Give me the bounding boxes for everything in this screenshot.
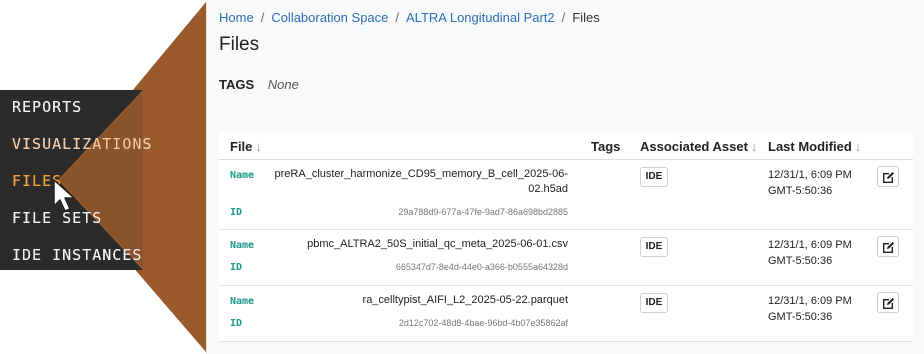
tags-value: None: [267, 77, 299, 92]
sort-arrow-icon: ↓: [854, 139, 862, 154]
edit-button[interactable]: [877, 166, 899, 187]
edit-button[interactable]: [877, 236, 899, 257]
breadcrumb-current: Files: [572, 10, 600, 25]
id-label: ID: [230, 318, 243, 329]
tags-row: TAGS None: [219, 77, 299, 92]
tags-label: TAGS: [219, 77, 255, 92]
ide-asset-button[interactable]: IDE: [640, 237, 668, 257]
table-row: Name pbmc_ALTRA2_50S_initial_qc_meta_202…: [219, 230, 913, 286]
last-modified: 12/31/1, 6:09 PM GMT-5:50:36: [768, 239, 852, 267]
edit-icon: [883, 172, 894, 183]
header-associated-asset[interactable]: Associated Asset ↓: [640, 139, 757, 154]
id-label: ID: [230, 207, 243, 218]
last-modified: 12/31/1, 6:09 PM GMT-5:50:36: [768, 295, 852, 323]
breadcrumb-altra-longitudinal-part2[interactable]: ALTRA Longitudinal Part2: [406, 10, 555, 25]
name-label: Name: [230, 240, 255, 251]
header-tags: Tags: [591, 139, 621, 154]
file-name: preRA_cluster_harmonize_CD95_memory_B_ce…: [274, 168, 568, 195]
breadcrumb-collaboration-space[interactable]: Collaboration Space: [271, 10, 388, 25]
header-file[interactable]: File ↓: [230, 139, 262, 154]
name-label: Name: [230, 296, 255, 307]
file-name: ra_celltypist_AIFI_L2_2025-05-22.parquet: [362, 294, 568, 306]
page-title: Files: [219, 34, 260, 55]
breadcrumb: Home / Collaboration Space / ALTRA Longitudi…: [219, 10, 600, 25]
table-row: Name ra_celltypist_AIFI_L2_2025-05-22.pa…: [219, 286, 913, 342]
ide-asset-button[interactable]: IDE: [640, 293, 668, 313]
table-header: File ↓ Tags Associated Asset ↓ Last Modifi…: [219, 132, 913, 160]
files-table: File ↓ Tags Associated Asset ↓ Last Modifi…: [219, 132, 913, 342]
file-id: 2d12c702-48d8-4bae-96bd-4b07e35862af: [398, 318, 568, 328]
last-modified: 12/31/1, 6:09 PM GMT-5:50:36: [768, 169, 852, 197]
id-label: ID: [230, 262, 243, 273]
files-page: Home / Collaboration Space / ALTRA Longitudi…: [206, 0, 924, 354]
edit-button[interactable]: [877, 292, 899, 313]
breadcrumb-home[interactable]: Home: [219, 10, 254, 25]
header-last-modified[interactable]: Last Modified ↓: [768, 139, 861, 154]
table-row: Name preRA_cluster_harmonize_CD95_memory…: [219, 160, 913, 230]
file-id: 665347d7-8e4d-44e0-a366-b0555a64328d: [395, 262, 568, 272]
file-name: pbmc_ALTRA2_50S_initial_qc_meta_2025-06-…: [307, 238, 568, 250]
file-id: 29a788d9-677a-47fe-9ad7-86a698bd2885: [398, 207, 568, 217]
sort-arrow-icon: ↓: [750, 139, 758, 154]
mouse-cursor-icon: [53, 179, 75, 212]
edit-icon: [883, 298, 894, 309]
sort-arrow-icon: ↓: [255, 139, 262, 154]
edit-icon: [883, 242, 894, 253]
name-label: Name: [230, 170, 255, 181]
ide-asset-button[interactable]: IDE: [640, 167, 668, 187]
